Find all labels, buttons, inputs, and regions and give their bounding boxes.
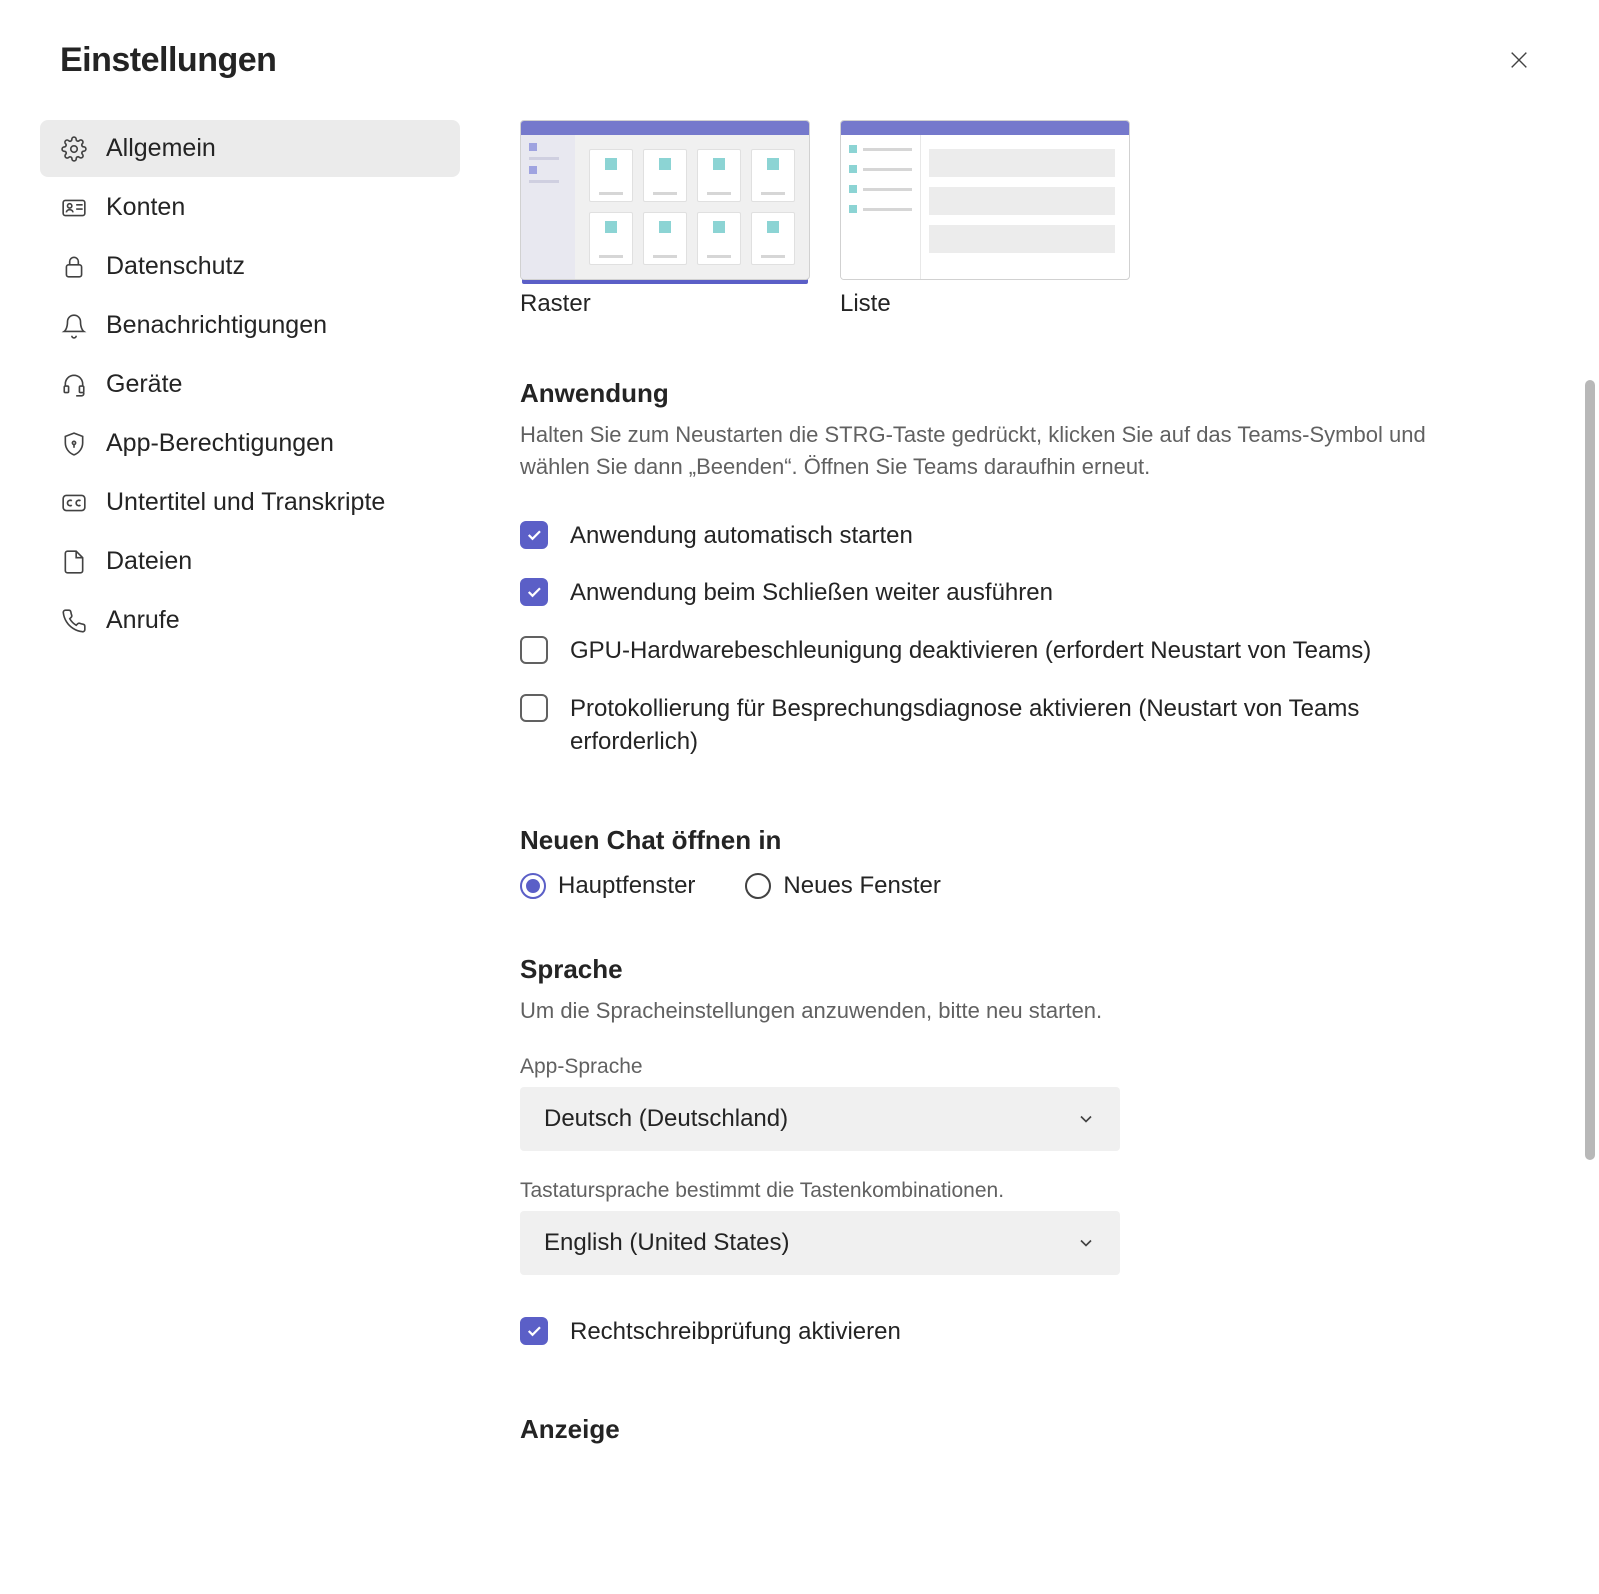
radio-group-chat-window: Hauptfenster Neues Fenster	[520, 872, 1479, 900]
scrollbar-thumb[interactable]	[1585, 380, 1595, 1160]
page-title: Einstellungen	[60, 41, 276, 80]
cc-icon	[60, 489, 88, 517]
field-label-keyboard-language: Tastatursprache bestimmt die Tastenkombi…	[520, 1179, 1479, 1203]
section-description: Um die Spracheinstellungen anzuwenden, b…	[520, 995, 1460, 1027]
check-icon	[525, 1322, 543, 1340]
headset-icon	[60, 371, 88, 399]
checkbox-label: Rechtschreibprüfung aktivieren	[570, 1315, 901, 1349]
checkbox-spellcheck[interactable]: Rechtschreibprüfung aktivieren	[520, 1303, 1479, 1361]
sidebar-item-label: Benachrichtigungen	[106, 311, 327, 340]
select-value: English (United States)	[544, 1229, 789, 1257]
radio-circle[interactable]	[745, 873, 771, 899]
sidebar-item-accounts[interactable]: Konten	[40, 179, 460, 236]
checkbox-meeting-logging[interactable]: Protokollierung für Besprechungsdiagnose…	[520, 680, 1479, 771]
body: Allgemein Konten Datenschutz Benachricht…	[0, 120, 1599, 1554]
sidebar-item-app-permissions[interactable]: App-Berechtigungen	[40, 415, 460, 472]
sidebar-item-label: Datenschutz	[106, 252, 245, 281]
sidebar-item-captions[interactable]: Untertitel und Transkripte	[40, 474, 460, 531]
id-card-icon	[60, 194, 88, 222]
layout-preview-list	[840, 120, 1130, 280]
section-display: Anzeige	[520, 1414, 1479, 1445]
sidebar-item-files[interactable]: Dateien	[40, 533, 460, 590]
chevron-down-icon	[1076, 1109, 1096, 1129]
checkbox-label: Anwendung beim Schließen weiter ausführe…	[570, 576, 1053, 610]
file-icon	[60, 548, 88, 576]
checkbox-box[interactable]	[520, 1317, 548, 1345]
close-button[interactable]	[1499, 40, 1539, 80]
layout-tile-list[interactable]: Liste	[840, 120, 1130, 318]
checkbox-autostart[interactable]: Anwendung automatisch starten	[520, 507, 1479, 565]
settings-window: Einstellungen Allgemein Konten	[0, 0, 1599, 1594]
sidebar-item-label: Dateien	[106, 547, 192, 576]
checkbox-label: GPU-Hardwarebeschleunigung deaktivieren …	[570, 634, 1371, 668]
sidebar-item-calls[interactable]: Anrufe	[40, 592, 460, 649]
section-title: Sprache	[520, 954, 1479, 985]
chevron-down-icon	[1076, 1233, 1096, 1253]
close-icon	[1508, 49, 1530, 71]
check-icon	[525, 583, 543, 601]
sidebar-item-notifications[interactable]: Benachrichtigungen	[40, 297, 460, 354]
checkbox-label: Protokollierung für Besprechungsdiagnose…	[570, 692, 1479, 759]
select-keyboard-language[interactable]: English (United States)	[520, 1211, 1120, 1275]
layout-tiles: Raster	[520, 120, 1479, 318]
checkbox-box[interactable]	[520, 521, 548, 549]
checkbox-box[interactable]	[520, 578, 548, 606]
radio-circle[interactable]	[520, 873, 546, 899]
gear-icon	[60, 135, 88, 163]
select-app-language[interactable]: Deutsch (Deutschland)	[520, 1087, 1120, 1151]
layout-preview-grid	[520, 120, 810, 280]
radio-label: Hauptfenster	[558, 872, 695, 900]
main-content: Raster	[460, 120, 1559, 1554]
lock-icon	[60, 253, 88, 281]
checkbox-run-on-close[interactable]: Anwendung beim Schließen weiter ausführe…	[520, 564, 1479, 622]
sidebar-item-label: Geräte	[106, 370, 182, 399]
section-application: Anwendung Halten Sie zum Neustarten die …	[520, 378, 1479, 771]
shield-key-icon	[60, 430, 88, 458]
sidebar-item-label: Untertitel und Transkripte	[106, 488, 385, 517]
check-icon	[525, 526, 543, 544]
checkbox-box[interactable]	[520, 636, 548, 664]
select-value: Deutsch (Deutschland)	[544, 1105, 788, 1133]
section-title: Anwendung	[520, 378, 1479, 409]
section-language: Sprache Um die Spracheinstellungen anzuw…	[520, 954, 1479, 1360]
sidebar-item-label: App-Berechtigungen	[106, 429, 334, 458]
checkbox-box[interactable]	[520, 694, 548, 722]
layout-tile-grid[interactable]: Raster	[520, 120, 810, 318]
sidebar-item-general[interactable]: Allgemein	[40, 120, 460, 177]
section-chat-open: Neuen Chat öffnen in Hauptfenster Neues …	[520, 825, 1479, 900]
sidebar-item-label: Konten	[106, 193, 185, 222]
field-label-app-language: App-Sprache	[520, 1055, 1479, 1079]
section-title: Anzeige	[520, 1414, 1479, 1445]
sidebar: Allgemein Konten Datenschutz Benachricht…	[40, 120, 460, 1554]
radio-main-window[interactable]: Hauptfenster	[520, 872, 695, 900]
layout-tile-label: Liste	[840, 290, 1130, 318]
sidebar-item-label: Anrufe	[106, 606, 180, 635]
radio-label: Neues Fenster	[783, 872, 940, 900]
checkbox-label: Anwendung automatisch starten	[570, 519, 913, 553]
layout-tile-label: Raster	[520, 290, 810, 318]
phone-icon	[60, 607, 88, 635]
radio-new-window[interactable]: Neues Fenster	[745, 872, 940, 900]
sidebar-item-privacy[interactable]: Datenschutz	[40, 238, 460, 295]
checkbox-disable-gpu[interactable]: GPU-Hardwarebeschleunigung deaktivieren …	[520, 622, 1479, 680]
sidebar-item-label: Allgemein	[106, 134, 216, 163]
header: Einstellungen	[0, 40, 1599, 120]
bell-icon	[60, 312, 88, 340]
section-title: Neuen Chat öffnen in	[520, 825, 1479, 856]
section-description: Halten Sie zum Neustarten die STRG-Taste…	[520, 419, 1460, 483]
sidebar-item-devices[interactable]: Geräte	[40, 356, 460, 413]
